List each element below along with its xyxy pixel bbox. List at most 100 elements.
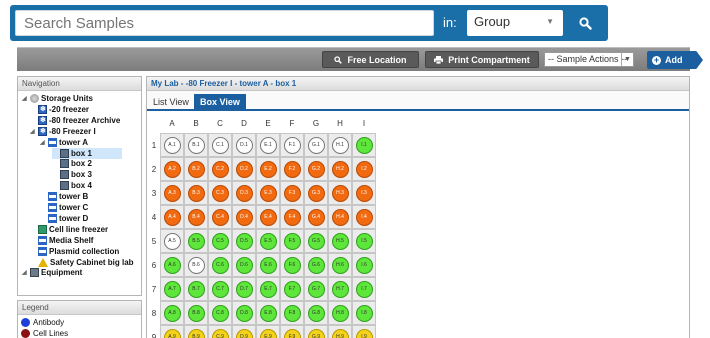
tree-item[interactable]: Safety Cabinet big lab bbox=[30, 257, 134, 268]
tree-item[interactable]: box 2 bbox=[52, 158, 92, 169]
box-cell[interactable]: A.3 bbox=[160, 181, 184, 205]
box-cell[interactable]: A.6 bbox=[160, 253, 184, 277]
sample-well[interactable]: F.9 bbox=[283, 328, 301, 338]
box-cell[interactable]: A.2 bbox=[160, 157, 184, 181]
sample-well[interactable]: C.9 bbox=[211, 328, 229, 338]
sample-well[interactable]: I.6 bbox=[355, 256, 373, 274]
box-cell[interactable]: E.4 bbox=[256, 205, 280, 229]
box-cell[interactable]: G.8 bbox=[304, 301, 328, 325]
box-cell[interactable]: H.5 bbox=[328, 229, 352, 253]
box-cell[interactable]: I.1 bbox=[352, 133, 376, 157]
add-button[interactable]: + Add bbox=[647, 51, 703, 69]
sample-well[interactable]: D.9 bbox=[235, 328, 253, 338]
box-cell[interactable]: F.8 bbox=[280, 301, 304, 325]
box-cell[interactable]: D.5 bbox=[232, 229, 256, 253]
sample-well[interactable]: B.4 bbox=[187, 208, 205, 226]
sample-well[interactable]: G.1 bbox=[307, 136, 325, 154]
sample-well[interactable]: I.5 bbox=[355, 232, 373, 250]
box-cell[interactable]: A.7 bbox=[160, 277, 184, 301]
box-cell[interactable]: I.6 bbox=[352, 253, 376, 277]
box-cell[interactable]: C.7 bbox=[208, 277, 232, 301]
sample-well[interactable]: D.7 bbox=[235, 280, 253, 298]
box-cell[interactable]: I.3 bbox=[352, 181, 376, 205]
sample-well[interactable]: I.4 bbox=[355, 208, 373, 226]
tree-item[interactable]: box 3 bbox=[52, 169, 92, 180]
box-cell[interactable]: G.5 bbox=[304, 229, 328, 253]
box-cell[interactable]: F.1 bbox=[280, 133, 304, 157]
sample-well[interactable]: H.7 bbox=[331, 280, 349, 298]
tree-item[interactable]: box 1 bbox=[52, 147, 122, 159]
tree-item[interactable]: tower B bbox=[40, 191, 88, 202]
tree-item[interactable]: -80 freezer Archive bbox=[30, 115, 120, 126]
tab-list-view[interactable]: List View bbox=[147, 94, 195, 111]
tree-item[interactable]: box 4 bbox=[52, 180, 92, 191]
sample-well[interactable]: F.1 bbox=[283, 136, 301, 154]
box-cell[interactable]: H.9 bbox=[328, 325, 352, 338]
box-cell[interactable]: F.3 bbox=[280, 181, 304, 205]
box-cell[interactable]: E.1 bbox=[256, 133, 280, 157]
box-cell[interactable]: I.2 bbox=[352, 157, 376, 181]
sample-well[interactable]: F.8 bbox=[283, 304, 301, 322]
sample-well[interactable]: B.2 bbox=[187, 160, 205, 178]
box-cell[interactable]: H.7 bbox=[328, 277, 352, 301]
sample-well[interactable]: H.5 bbox=[331, 232, 349, 250]
box-cell[interactable]: G.7 bbox=[304, 277, 328, 301]
box-cell[interactable]: E.5 bbox=[256, 229, 280, 253]
sample-well[interactable]: B.8 bbox=[187, 304, 205, 322]
tree-item[interactable]: tower D bbox=[40, 213, 88, 224]
sample-well[interactable]: A.3 bbox=[163, 184, 181, 202]
sample-well[interactable]: G.7 bbox=[307, 280, 325, 298]
sample-well[interactable]: C.4 bbox=[211, 208, 229, 226]
box-cell[interactable]: H.2 bbox=[328, 157, 352, 181]
box-cell[interactable]: D.3 bbox=[232, 181, 256, 205]
sample-well[interactable]: C.2 bbox=[211, 160, 229, 178]
sample-well[interactable]: I.1 bbox=[355, 136, 373, 154]
search-input[interactable] bbox=[15, 10, 434, 36]
sample-well[interactable]: F.4 bbox=[283, 208, 301, 226]
sample-well[interactable]: H.1 bbox=[331, 136, 349, 154]
sample-well[interactable]: C.6 bbox=[211, 256, 229, 274]
search-button[interactable] bbox=[568, 10, 602, 36]
tree-item[interactable]: Cell line freezer bbox=[30, 224, 108, 235]
box-cell[interactable]: A.9 bbox=[160, 325, 184, 338]
box-cell[interactable]: E.7 bbox=[256, 277, 280, 301]
sample-well[interactable]: H.4 bbox=[331, 208, 349, 226]
box-cell[interactable]: I.5 bbox=[352, 229, 376, 253]
sample-well[interactable]: A.8 bbox=[163, 304, 181, 322]
expander-icon[interactable]: ◢ bbox=[22, 95, 28, 102]
box-cell[interactable]: E.2 bbox=[256, 157, 280, 181]
sample-well[interactable]: H.6 bbox=[331, 256, 349, 274]
tab-box-view[interactable]: Box View bbox=[194, 94, 246, 111]
box-cell[interactable]: C.3 bbox=[208, 181, 232, 205]
sample-well[interactable]: G.6 bbox=[307, 256, 325, 274]
box-cell[interactable]: C.6 bbox=[208, 253, 232, 277]
box-cell[interactable]: I.8 bbox=[352, 301, 376, 325]
sample-well[interactable]: F.5 bbox=[283, 232, 301, 250]
box-cell[interactable]: I.9 bbox=[352, 325, 376, 338]
box-cell[interactable]: H.1 bbox=[328, 133, 352, 157]
sample-well[interactable]: B.9 bbox=[187, 328, 205, 338]
box-cell[interactable]: D.1 bbox=[232, 133, 256, 157]
sample-well[interactable]: E.2 bbox=[259, 160, 277, 178]
sample-well[interactable]: H.8 bbox=[331, 304, 349, 322]
sample-actions-select[interactable]: -- Sample Actions -- ▼ bbox=[544, 52, 634, 67]
sample-well[interactable]: C.5 bbox=[211, 232, 229, 250]
box-cell[interactable]: G.4 bbox=[304, 205, 328, 229]
box-cell[interactable]: B.8 bbox=[184, 301, 208, 325]
print-compartment-button[interactable]: Print Compartment bbox=[425, 51, 539, 68]
box-cell[interactable]: F.4 bbox=[280, 205, 304, 229]
box-cell[interactable]: H.8 bbox=[328, 301, 352, 325]
box-cell[interactable]: D.9 bbox=[232, 325, 256, 338]
box-cell[interactable]: G.3 bbox=[304, 181, 328, 205]
box-cell[interactable]: E.6 bbox=[256, 253, 280, 277]
sample-well[interactable]: E.6 bbox=[259, 256, 277, 274]
sample-well[interactable]: C.7 bbox=[211, 280, 229, 298]
box-cell[interactable]: D.8 bbox=[232, 301, 256, 325]
free-location-button[interactable]: Free Location bbox=[322, 51, 419, 68]
box-cell[interactable]: B.1 bbox=[184, 133, 208, 157]
expander-icon[interactable]: ◢ bbox=[22, 269, 28, 276]
box-cell[interactable]: E.8 bbox=[256, 301, 280, 325]
box-cell[interactable]: F.9 bbox=[280, 325, 304, 338]
expander-icon[interactable]: ◢ bbox=[30, 128, 36, 135]
sample-well[interactable]: E.4 bbox=[259, 208, 277, 226]
